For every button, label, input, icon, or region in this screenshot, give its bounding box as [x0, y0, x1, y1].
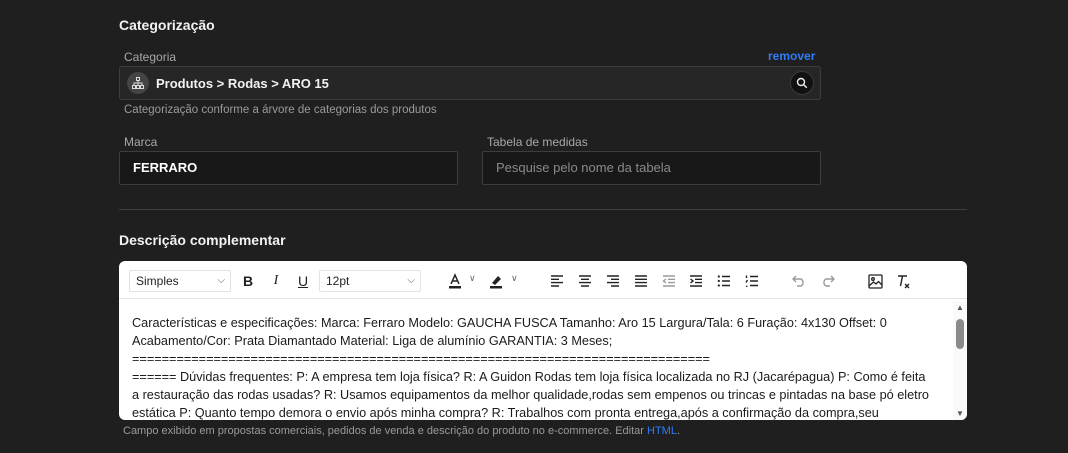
bullet-list-button[interactable]	[714, 271, 734, 291]
indent-button[interactable]	[686, 271, 706, 291]
section-divider	[119, 209, 967, 210]
brand-input[interactable]: FERRARO	[119, 151, 458, 185]
redo-button[interactable]	[818, 271, 838, 291]
category-field[interactable]: Produtos > Rodas > ARO 15	[119, 66, 821, 100]
bold-button[interactable]: B	[238, 271, 258, 291]
align-right-icon	[607, 275, 619, 287]
clear-format-icon	[897, 274, 909, 288]
align-left-icon	[551, 275, 563, 287]
scroll-up-icon[interactable]: ▲	[956, 303, 964, 312]
remove-category-link[interactable]: remover	[768, 49, 815, 63]
undo-button[interactable]	[789, 271, 809, 291]
category-tree-icon	[127, 72, 149, 94]
align-justify-button[interactable]	[631, 271, 651, 291]
highlighter-icon	[490, 276, 502, 289]
text-color-icon	[449, 273, 461, 289]
italic-button[interactable]: I	[266, 271, 286, 291]
section-title-categorization: Categorização	[119, 17, 215, 33]
redo-icon	[823, 275, 835, 287]
footer-text: Campo exibido em propostas comerciais, p…	[123, 425, 647, 437]
undo-icon	[792, 275, 804, 287]
text-color-button[interactable]	[445, 271, 465, 291]
outdent-icon	[662, 275, 675, 287]
outdent-button[interactable]	[659, 271, 679, 291]
underline-button[interactable]: U	[293, 271, 313, 291]
scroll-down-icon[interactable]: ▼	[956, 409, 964, 418]
section-title-description: Descrição complementar	[119, 232, 286, 248]
size-table-input[interactable]: Pesquise pelo nome da tabela	[482, 151, 821, 185]
align-justify-icon	[635, 275, 647, 287]
description-footer-note: Campo exibido em propostas comerciais, p…	[123, 425, 680, 437]
brand-label: Marca	[124, 135, 158, 149]
category-help-text: Categorização conforme a árvore de categ…	[124, 104, 437, 116]
search-icon	[796, 77, 808, 89]
chevron-down-icon[interactable]: ∨	[511, 273, 518, 284]
bullet-list-icon	[717, 275, 730, 287]
insert-image-button[interactable]	[865, 271, 885, 291]
editor-toolbar: Simples ⌵ B I U 12pt ⌵ ∨ ∨	[119, 261, 967, 299]
format-select[interactable]: Simples ⌵	[129, 270, 231, 292]
edit-html-link[interactable]: HTML	[647, 425, 677, 437]
highlight-color-button[interactable]	[486, 271, 506, 291]
align-right-button[interactable]	[603, 271, 623, 291]
chevron-down-icon: ⌵	[217, 275, 225, 286]
category-value: Produtos > Rodas > ARO 15	[156, 76, 329, 91]
chevron-down-icon: ⌵	[407, 275, 415, 286]
category-search-button[interactable]	[790, 71, 814, 95]
font-size-select[interactable]: 12pt ⌵	[319, 270, 421, 292]
size-table-label: Tabela de medidas	[487, 135, 588, 149]
numbered-list-button[interactable]	[742, 271, 762, 291]
indent-icon	[690, 275, 702, 287]
editor-content[interactable]: Características e especificações: Marca:…	[132, 314, 932, 420]
align-center-button[interactable]	[575, 271, 595, 291]
category-label: Categoria	[124, 50, 177, 64]
font-size-select-value: 12pt	[326, 274, 350, 288]
align-center-icon	[579, 275, 591, 287]
numbered-list-icon	[745, 275, 758, 287]
chevron-down-icon[interactable]: ∨	[469, 273, 476, 284]
rich-text-editor[interactable]: Simples ⌵ B I U 12pt ⌵ ∨ ∨ Característic…	[119, 261, 967, 420]
image-icon	[867, 273, 883, 289]
clear-format-button[interactable]	[893, 271, 913, 291]
footer-end: .	[676, 425, 681, 437]
align-left-button[interactable]	[547, 271, 567, 291]
format-select-value: Simples	[136, 274, 179, 288]
scroll-thumb[interactable]	[956, 319, 964, 349]
editor-scrollbar[interactable]: ▲ ▼	[953, 301, 967, 420]
